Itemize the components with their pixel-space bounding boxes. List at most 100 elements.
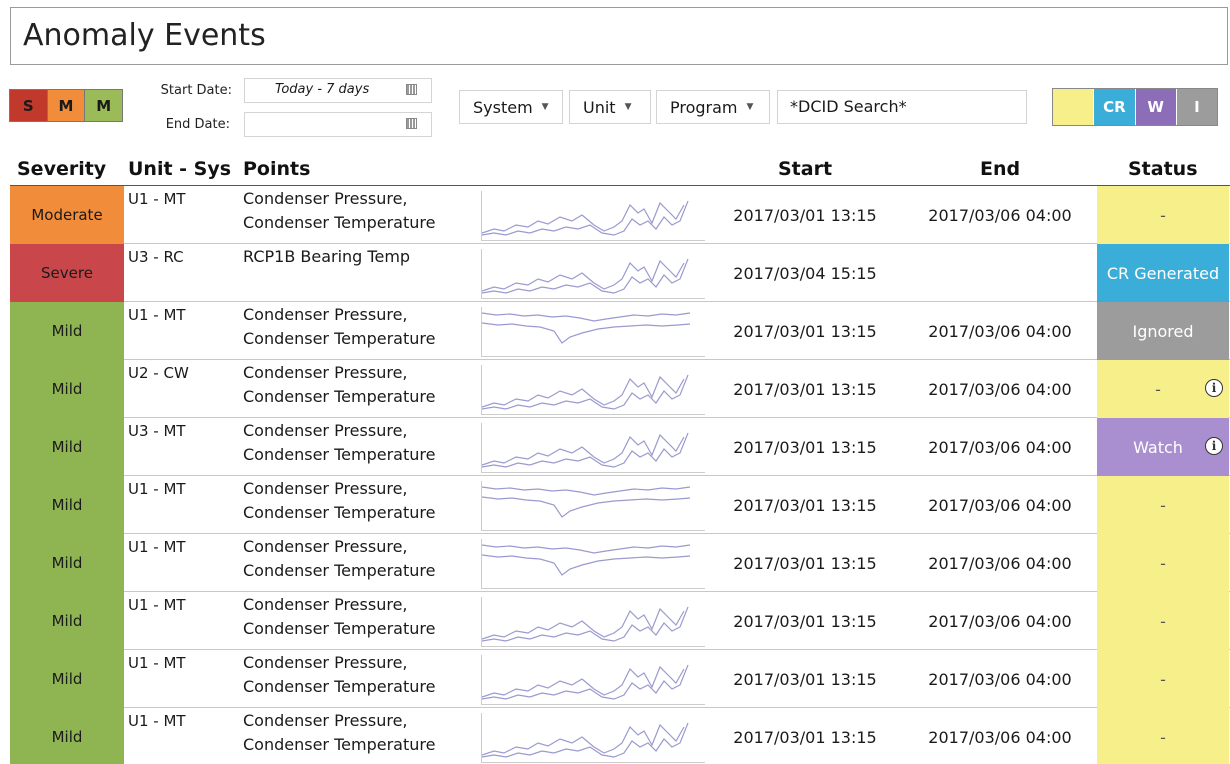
start-cell: 2017/03/01 13:15: [733, 727, 877, 747]
sparkline-series: [481, 723, 685, 756]
sparkline-series: [481, 554, 691, 576]
program-dropdown[interactable]: Program ▼: [656, 90, 770, 124]
table-row[interactable]: Mild U2 - CW Condenser Pressure, Condenser …: [10, 360, 1230, 418]
severity-filter-moderate-button[interactable]: M: [47, 90, 86, 121]
column-header-end[interactable]: End: [980, 158, 1020, 180]
table-row[interactable]: Mild U1 - MT Condenser Pressure, Condenser …: [10, 534, 1230, 592]
sparkline-series: [481, 259, 685, 292]
sparkline-series: [481, 486, 691, 496]
severity-cell: Mild: [10, 708, 124, 764]
calendar-icon[interactable]: [406, 118, 417, 129]
program-dropdown-label: Program: [670, 97, 738, 117]
end-date-label: End Date:: [165, 117, 230, 132]
end-cell: 2017/03/06 04:00: [928, 437, 1072, 457]
system-dropdown-label: System: [473, 97, 533, 117]
severity-cell: Mild: [10, 534, 124, 592]
sparkline: [481, 713, 705, 763]
severity-cell: Mild: [10, 476, 124, 534]
points-cell: Condenser Pressure, Condenser Temperature: [243, 186, 483, 244]
table-row[interactable]: Moderate U1 - MT Condenser Pressure, Conden…: [10, 186, 1230, 244]
start-date-value: Today - 7 days: [275, 82, 370, 97]
point-name: Condenser Temperature: [243, 561, 436, 580]
status-cell[interactable]: -: [1097, 592, 1229, 650]
end-cell: 2017/03/06 04:00: [928, 321, 1072, 341]
status-label: -: [1160, 669, 1166, 689]
points-cell: RCP1B Bearing Temp: [243, 244, 483, 302]
end-cell: 2017/03/06 04:00: [928, 495, 1072, 515]
table-row[interactable]: Mild U1 - MT Condenser Pressure, Condenser …: [10, 476, 1230, 534]
column-header-unit-sys[interactable]: Unit - Sys: [128, 158, 231, 180]
end-date-field[interactable]: [244, 112, 432, 137]
status-cell[interactable]: CR Generated: [1097, 244, 1229, 302]
sparkline-series: [481, 433, 685, 466]
status-cell[interactable]: -: [1097, 534, 1229, 592]
severity-filter: S M M: [9, 89, 123, 122]
info-icon[interactable]: i: [1205, 437, 1223, 455]
sparkline-series: [481, 607, 685, 640]
start-cell: 2017/03/01 13:15: [733, 495, 877, 515]
severity-filter-mild-button[interactable]: M: [85, 90, 123, 121]
column-header-severity[interactable]: Severity: [17, 158, 106, 180]
unit-dropdown[interactable]: Unit ▼: [569, 90, 651, 124]
unit-dropdown-label: Unit: [583, 97, 616, 117]
title-bar: Anomaly Events: [10, 7, 1228, 65]
end-cell: 2017/03/06 04:00: [928, 669, 1072, 689]
point-name: RCP1B Bearing Temp: [243, 247, 411, 266]
sparkline: [481, 191, 705, 241]
system-dropdown[interactable]: System ▼: [459, 90, 563, 124]
column-header-points[interactable]: Points: [243, 158, 310, 180]
status-filter: CR W I: [1052, 88, 1218, 126]
point-name: Condenser Pressure,: [243, 653, 408, 672]
point-name: Condenser Pressure,: [243, 595, 408, 614]
status-label: Watch: [1133, 437, 1183, 457]
end-cell: 2017/03/06 04:00: [928, 553, 1072, 573]
status-label: Ignored: [1132, 321, 1194, 341]
sparkline: [481, 423, 705, 473]
point-name: Condenser Pressure,: [243, 537, 408, 556]
unit-sys-cell: U1 - MT: [128, 596, 186, 614]
sparkline-series: [481, 312, 691, 322]
status-filter-ignored-button[interactable]: I: [1176, 89, 1217, 125]
info-icon[interactable]: i: [1205, 379, 1223, 397]
column-header-start[interactable]: Start: [778, 158, 832, 180]
table-row[interactable]: Mild U1 - MT Condenser Pressure, Condenser …: [10, 650, 1230, 708]
status-cell[interactable]: -: [1097, 186, 1229, 244]
severity-filter-severe-button[interactable]: S: [10, 90, 48, 121]
status-cell[interactable]: -: [1097, 650, 1229, 708]
start-date-field[interactable]: Today - 7 days: [244, 78, 432, 103]
status-cell[interactable]: -: [1097, 708, 1229, 764]
chevron-down-icon: ▼: [624, 102, 632, 112]
point-name: Condenser Temperature: [243, 213, 436, 232]
status-cell[interactable]: Ignored: [1097, 302, 1229, 360]
anomaly-events-table: Severity Unit - Sys Points Start End Sta…: [10, 158, 1230, 764]
table-row[interactable]: Mild U1 - MT Condenser Pressure, Condenser …: [10, 302, 1230, 360]
point-name: Condenser Temperature: [243, 503, 436, 522]
point-name: Condenser Pressure,: [243, 479, 408, 498]
unit-sys-cell: U3 - RC: [128, 248, 184, 266]
column-header-status[interactable]: Status: [1128, 158, 1198, 180]
sparkline-series: [481, 375, 685, 408]
status-cell[interactable]: -i: [1097, 360, 1229, 418]
table-row[interactable]: Mild U1 - MT Condenser Pressure, Condenser …: [10, 592, 1230, 650]
start-cell: 2017/03/04 15:15: [733, 263, 877, 283]
status-cell[interactable]: Watch i: [1097, 418, 1229, 476]
sparkline-series: [481, 496, 691, 518]
sparkline: [481, 249, 705, 299]
severity-cell: Mild: [10, 592, 124, 650]
chevron-down-icon: ▼: [746, 102, 754, 112]
points-cell: Condenser Pressure, Condenser Temperature: [243, 476, 483, 534]
sparkline-series: [481, 201, 685, 234]
table-row[interactable]: Mild U1 - MT Condenser Pressure, Condenser …: [10, 708, 1230, 764]
table-row[interactable]: Mild U3 - MT Condenser Pressure, Condenser …: [10, 418, 1230, 476]
status-filter-watch-button[interactable]: W: [1135, 89, 1177, 125]
severity-cell: Mild: [10, 418, 124, 476]
severity-cell: Moderate: [10, 186, 124, 244]
point-name: Condenser Temperature: [243, 619, 436, 638]
calendar-icon[interactable]: [406, 84, 417, 95]
dcid-search-input[interactable]: *DCID Search*: [777, 90, 1027, 124]
severity-cell: Mild: [10, 650, 124, 708]
table-row[interactable]: Severe U3 - RC RCP1B Bearing Temp 2017/03/0…: [10, 244, 1230, 302]
status-filter-cr-button[interactable]: CR: [1094, 89, 1136, 125]
status-filter-open-button[interactable]: [1053, 89, 1095, 125]
status-cell[interactable]: -: [1097, 476, 1229, 534]
